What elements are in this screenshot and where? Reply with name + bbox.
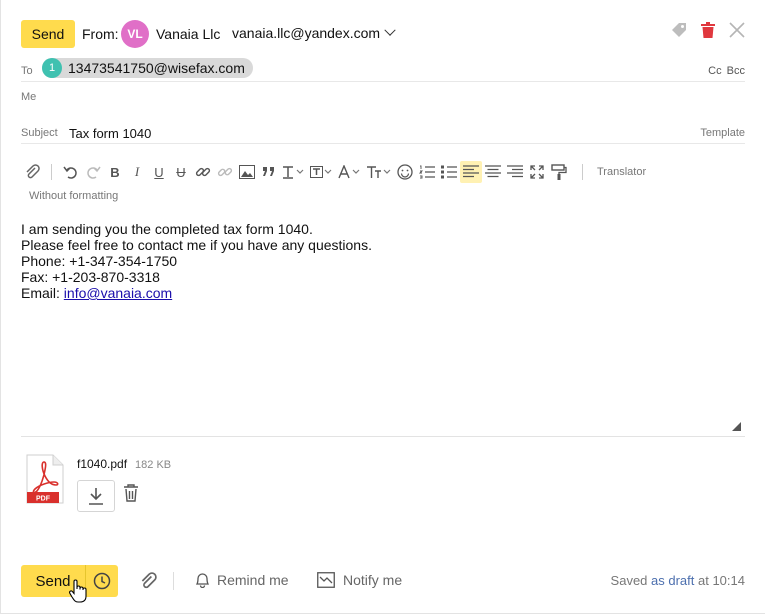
subject-label: Subject <box>21 127 58 139</box>
email-link[interactable]: info@vanaia.com <box>64 285 172 301</box>
numbered-list-icon[interactable] <box>416 161 438 183</box>
underline-button[interactable]: U <box>148 161 170 183</box>
message-body[interactable]: I am sending you the completed tax form … <box>21 221 372 301</box>
resize-handle[interactable] <box>732 422 741 431</box>
strikethrough-button[interactable]: U <box>170 161 192 183</box>
saved-time: at 10:14 <box>694 573 745 588</box>
bold-button[interactable]: B <box>104 161 126 183</box>
to-row[interactable]: To 1 13473541750@wisefax.com Cc Bcc <box>21 58 745 82</box>
undo-icon[interactable] <box>60 161 82 183</box>
body-line: Email: info@vanaia.com <box>21 285 372 301</box>
draft-link[interactable]: as draft <box>651 573 694 588</box>
body-line: Fax: +1-203-870-3318 <box>21 269 160 285</box>
toolbar-divider <box>582 164 583 180</box>
text-background-icon[interactable] <box>308 161 336 183</box>
align-left-icon[interactable] <box>460 161 482 183</box>
subject-input[interactable]: Tax form 1040 <box>69 126 151 141</box>
close-icon[interactable] <box>729 22 745 38</box>
me-row[interactable]: Me <box>21 86 745 112</box>
email-prefix: Email: <box>21 285 64 301</box>
to-label: To <box>21 65 33 77</box>
tag-icon[interactable] <box>671 22 687 38</box>
trash-icon[interactable] <box>701 22 715 38</box>
hand-cursor-icon <box>69 579 87 608</box>
body-line: I am sending you the completed tax form … <box>21 221 313 237</box>
redo-icon[interactable] <box>82 161 104 183</box>
format-toolbar: B I U U Translator <box>21 161 745 183</box>
send-button-top[interactable]: Send <box>21 20 75 48</box>
toolbar-divider <box>51 164 52 180</box>
remind-me-label: Remind me <box>217 572 289 588</box>
download-icon <box>89 488 103 505</box>
italic-button[interactable]: I <box>126 161 148 183</box>
pdf-icon[interactable]: PDF <box>25 454 65 504</box>
footer-divider <box>173 572 174 590</box>
notify-me-button[interactable]: Notify me <box>317 572 402 588</box>
saved-prefix: Saved <box>610 573 652 588</box>
translator-link[interactable]: Translator <box>597 166 646 178</box>
recipient-chip[interactable]: 1 13473541750@wisefax.com <box>42 58 253 78</box>
image-icon[interactable] <box>236 161 258 183</box>
compose-header: Send From: VL Vanaia Llc vanaia.llc@yand… <box>21 19 745 49</box>
delayed-send-button[interactable] <box>85 565 118 597</box>
chevron-down-icon <box>384 24 396 36</box>
from-label: From: <box>82 26 119 42</box>
cc-bcc-link[interactable]: Cc Bcc <box>708 65 745 77</box>
subject-row[interactable]: Subject Tax form 1040 Template <box>21 124 745 144</box>
align-right-icon[interactable] <box>504 161 526 183</box>
recipient-number: 1 <box>42 58 62 78</box>
bullet-list-icon[interactable] <box>438 161 460 183</box>
without-formatting-link[interactable]: Without formatting <box>29 190 118 202</box>
unlink-icon[interactable] <box>214 161 236 183</box>
template-link[interactable]: Template <box>700 127 745 139</box>
emoji-icon[interactable] <box>394 161 416 183</box>
compose-window: Send From: VL Vanaia Llc vanaia.llc@yand… <box>0 0 765 614</box>
me-label: Me <box>21 91 37 103</box>
quote-icon[interactable] <box>258 161 280 183</box>
attachment-name-row: f1040.pdf 182 KB <box>77 457 171 471</box>
format-painter-icon[interactable] <box>548 161 570 183</box>
from-email-text: vanaia.llc@yandex.com <box>232 25 381 41</box>
notify-me-label: Notify me <box>343 572 403 588</box>
saved-status: Saved as draft at 10:14 <box>611 573 745 588</box>
font-color-icon[interactable] <box>336 161 364 183</box>
body-line: Phone: +1-347-354-1750 <box>21 253 178 269</box>
attachment-trash-icon[interactable] <box>123 484 139 507</box>
from-name: Vanaia Llc <box>156 26 221 42</box>
text-style-icon[interactable] <box>280 161 308 183</box>
recipient-email: 13473541750@wisefax.com <box>68 60 245 76</box>
bell-icon <box>195 573 210 588</box>
avatar: VL <box>121 20 149 48</box>
align-center-icon[interactable] <box>482 161 504 183</box>
body-line: Please feel free to contact me if you ha… <box>21 237 372 253</box>
pdf-badge-text: PDF <box>36 496 51 503</box>
attachment-name[interactable]: f1040.pdf <box>77 457 127 471</box>
clock-icon <box>93 572 111 590</box>
header-actions <box>671 22 745 38</box>
remind-me-button[interactable]: Remind me <box>195 572 289 588</box>
compose-footer: Send Remind me Notify me Saved as draft … <box>21 565 745 603</box>
footer-attach-icon[interactable] <box>139 572 157 595</box>
notify-icon <box>317 572 335 588</box>
from-email-select[interactable]: vanaia.llc@yandex.com <box>232 24 396 41</box>
link-icon[interactable] <box>192 161 214 183</box>
font-size-icon[interactable] <box>364 161 394 183</box>
attachment-size: 182 KB <box>135 459 172 471</box>
attach-icon[interactable] <box>21 161 43 183</box>
body-divider <box>21 436 745 437</box>
fullscreen-icon[interactable] <box>526 161 548 183</box>
download-button[interactable] <box>77 480 115 512</box>
